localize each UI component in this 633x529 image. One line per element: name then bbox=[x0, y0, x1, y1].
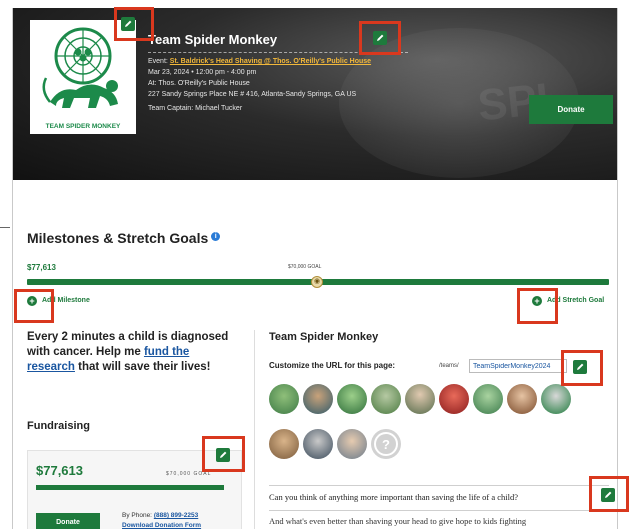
download-donation-form-link[interactable]: Download Donation Form bbox=[122, 521, 201, 529]
event-details: Event: St. Baldrick's Head Shaving @ Tho… bbox=[148, 56, 371, 114]
event-line: Event: St. Baldrick's Head Shaving @ Tho… bbox=[148, 56, 371, 67]
highlight-box bbox=[114, 7, 154, 41]
url-prefix: /teams/ bbox=[439, 363, 459, 369]
tagline-text-end: that will save their lives! bbox=[74, 361, 211, 373]
avatar[interactable] bbox=[303, 384, 333, 414]
event-prefix: Event: bbox=[148, 58, 170, 65]
team-page-title: Team Spider Monkey bbox=[269, 331, 379, 343]
tagline: Every 2 minutes a child is diagnosed wit… bbox=[27, 330, 237, 375]
highlight-box bbox=[517, 288, 558, 324]
team-story-text-2: And what's even better than shaving your… bbox=[269, 516, 527, 526]
customize-url-label: Customize the URL for this page: bbox=[269, 361, 396, 370]
team-hero-banner: SPI TEAM SPIDER MONKEY ‹ Team Spider Mon… bbox=[13, 8, 617, 180]
highlight-box bbox=[561, 350, 603, 386]
event-date: Mar 23, 2024 • 12:00 pm - 4:00 pm bbox=[148, 69, 257, 76]
fundraising-amount: $77,613 bbox=[36, 463, 83, 478]
team-title: Team Spider Monkey bbox=[148, 32, 278, 47]
avatar[interactable] bbox=[269, 384, 299, 414]
logo-caption: TEAM SPIDER MONKEY bbox=[45, 123, 121, 130]
hero-donate-button[interactable]: Donate bbox=[529, 95, 613, 124]
milestones-goal-label: $70,000 GOAL bbox=[288, 264, 322, 270]
event-address: 227 Sandy Springs Place NE # 416, Atlant… bbox=[148, 91, 357, 98]
avatar[interactable] bbox=[439, 384, 469, 414]
avatar[interactable] bbox=[371, 384, 401, 414]
event-venue: At: Thos. O'Reilly's Public House bbox=[148, 80, 250, 87]
milestones-heading: Milestones & Stretch Goals i bbox=[27, 230, 221, 246]
page-frame: SPI TEAM SPIDER MONKEY ‹ Team Spider Mon… bbox=[12, 8, 618, 529]
avatar[interactable] bbox=[541, 384, 571, 414]
avatar-placeholder[interactable]: ? bbox=[371, 429, 401, 459]
phone-link[interactable]: (888) 899-2253 bbox=[154, 512, 198, 519]
avatar[interactable] bbox=[337, 384, 367, 414]
highlight-box bbox=[14, 289, 54, 323]
column-divider bbox=[254, 330, 255, 529]
svg-text:?: ? bbox=[382, 437, 390, 452]
avatar[interactable] bbox=[507, 384, 537, 414]
padlock-icon: ◉ bbox=[311, 276, 323, 288]
phone-line: By Phone: (888) 899-2253 bbox=[122, 511, 201, 521]
team-captain: Team Captain: Michael Tucker bbox=[148, 105, 243, 112]
avatar[interactable] bbox=[269, 429, 299, 459]
phone-prefix: By Phone: bbox=[122, 512, 154, 519]
donate-by-phone: By Phone: (888) 899-2253 Download Donati… bbox=[122, 511, 201, 529]
fundraising-progress-bar bbox=[36, 485, 224, 490]
milestones-title: Milestones & Stretch Goals bbox=[27, 230, 209, 246]
avatar[interactable] bbox=[473, 384, 503, 414]
fundraising-donate-button[interactable]: Donate bbox=[36, 513, 100, 529]
event-link[interactable]: St. Baldrick's Head Shaving @ Thos. O'Re… bbox=[170, 58, 371, 65]
highlight-box bbox=[359, 21, 401, 55]
avatar[interactable] bbox=[337, 429, 367, 459]
avatar[interactable] bbox=[405, 384, 435, 414]
info-circle-icon[interactable]: i bbox=[211, 232, 221, 241]
avatar[interactable] bbox=[303, 429, 333, 459]
highlight-box bbox=[589, 476, 629, 512]
question-mark-icon: ? bbox=[374, 432, 398, 456]
callout-line bbox=[0, 227, 10, 228]
team-story-text[interactable]: Can you think of anything more important… bbox=[269, 485, 609, 511]
tagline-text: Every 2 minutes a child is diagnosed wit… bbox=[27, 331, 229, 358]
fundraising-heading: Fundraising bbox=[27, 420, 90, 432]
team-url-input[interactable] bbox=[469, 359, 567, 373]
highlight-box bbox=[202, 436, 245, 472]
milestones-raised-amount: $77,613 bbox=[27, 263, 56, 272]
